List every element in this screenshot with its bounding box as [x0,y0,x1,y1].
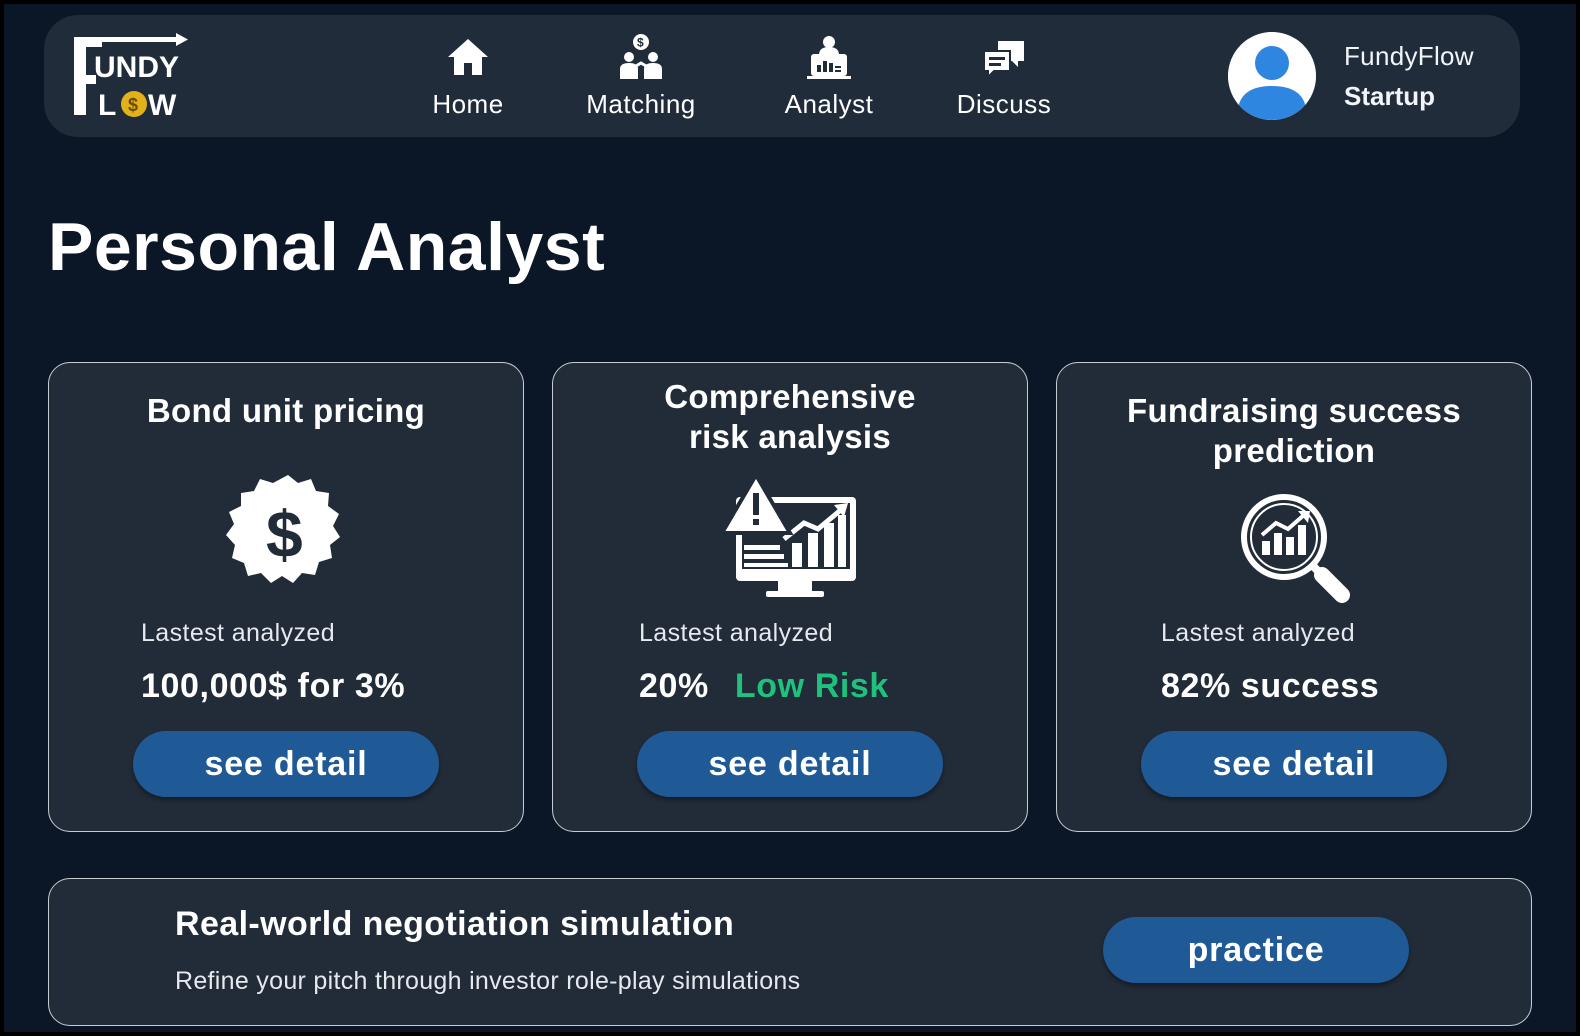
latest-analyzed-label: Lastest analyzed [639,619,834,647]
svg-text:W: W [148,89,177,121]
dollar-badge-icon: $ [226,475,340,583]
success-result: 82% success [1161,667,1380,705]
simulation-description: Refine your pitch through investor role-… [175,967,801,995]
nav-home[interactable]: Home [418,33,518,120]
fundyflow-logo[interactable]: UNDY L $ W [72,33,194,122]
svg-text:UNDY: UNDY [94,51,179,84]
risk-monitor-icon [720,473,856,597]
nav-analyst[interactable]: Analyst [772,33,886,120]
fundraising-prediction-card: Fundraising success prediction Lastest a… [1056,362,1532,832]
nav-home-label: Home [432,89,504,119]
latest-analyzed-label: Lastest analyzed [141,619,336,647]
risk-see-detail-button[interactable]: see detail [637,731,943,797]
nav-matching-label: Matching [586,89,696,119]
magnifier-chart-icon [1241,494,1350,603]
top-navbar: UNDY L $ W Home $ Matching Analyst Discu… [44,15,1520,137]
svg-text:$: $ [637,36,644,50]
home-icon [448,39,488,75]
bond-pricing-card: Bond unit pricing $ Lastest analyzed 100… [48,362,524,832]
latest-analyzed-label: Lastest analyzed [1161,619,1356,647]
nav-matching[interactable]: $ Matching [574,33,708,120]
card-title: Fundraising success prediction [1127,392,1461,469]
svg-text:$: $ [128,95,138,115]
nav-discuss[interactable]: Discuss [946,33,1062,120]
risk-percent: 20% [639,667,709,705]
matching-icon: $ [620,34,662,79]
card-title: Bond unit pricing [146,392,426,429]
page-title: Personal Analyst [48,209,606,285]
practice-button[interactable]: practice [1103,917,1409,983]
analyst-icon [807,36,851,79]
negotiation-simulation-banner: Real-world negotiation simulation Refine… [48,878,1532,1026]
prediction-see-detail-button[interactable]: see detail [1141,731,1447,797]
nav-discuss-label: Discuss [956,89,1052,119]
svg-text:$: $ [266,497,303,571]
discuss-icon [983,41,1024,80]
simulation-title: Real-world negotiation simulation [175,905,735,943]
user-name: FundyFlow [1344,41,1474,71]
svg-text:L: L [98,89,116,121]
user-role: Startup [1344,81,1435,111]
risk-result: 20% Low Risk [639,667,889,706]
risk-level-badge: Low Risk [734,667,889,705]
card-title: Comprehensive risk analysis [664,378,916,455]
bond-result: 100,000$ for 3% [141,667,406,705]
nav-analyst-label: Analyst [784,89,874,119]
bond-see-detail-button[interactable]: see detail [133,731,439,797]
user-avatar-icon [1228,32,1316,120]
user-avatar[interactable] [1228,32,1316,120]
risk-analysis-card: Comprehensive risk analysis Lastest anal… [552,362,1028,832]
